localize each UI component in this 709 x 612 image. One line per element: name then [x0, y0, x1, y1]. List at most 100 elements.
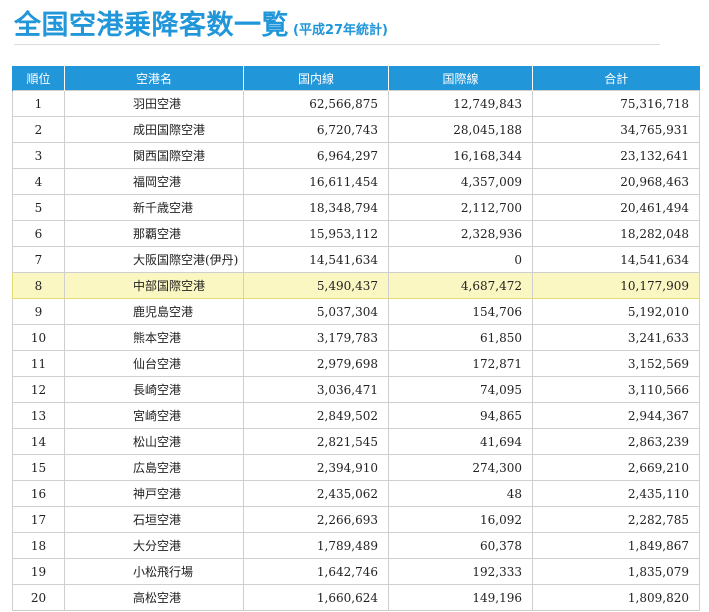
table-row: 5 新千歳空港 18,348,794 2,112,700 20,461,494: [12, 194, 700, 221]
domestic-cell: 62,566,875: [243, 90, 389, 117]
rank-cell: 14: [12, 428, 65, 455]
table-row: 10 熊本空港 3,179,783 61,850 3,241,633: [12, 324, 700, 351]
rank-cell: 9: [12, 298, 65, 325]
rank-cell: 11: [12, 350, 65, 377]
table-row: 19 小松飛行場 1,642,746 192,333 1,835,079: [12, 558, 700, 585]
total-cell: 2,944,367: [532, 402, 700, 429]
domestic-cell: 2,849,502: [243, 402, 389, 429]
airport-name-cell: 仙台空港: [64, 350, 244, 377]
international-cell: 274,300: [388, 454, 533, 481]
total-cell: 14,541,634: [532, 246, 700, 273]
total-cell: 2,863,239: [532, 428, 700, 455]
total-cell: 3,241,633: [532, 324, 700, 351]
domestic-cell: 3,179,783: [243, 324, 389, 351]
domestic-cell: 1,789,489: [243, 532, 389, 559]
airport-name-cell: 広島空港: [64, 454, 244, 481]
airport-name-cell: 石垣空港: [64, 506, 244, 533]
table-row: 3 関西国際空港 6,964,297 16,168,344 23,132,641: [12, 142, 700, 169]
total-cell: 20,461,494: [532, 194, 700, 221]
table-row: 16 神戸空港 2,435,062 48 2,435,110: [12, 480, 700, 507]
international-cell: 192,333: [388, 558, 533, 585]
international-cell: 61,850: [388, 324, 533, 351]
airport-name-cell: 鹿児島空港: [64, 298, 244, 325]
airport-name-cell: 熊本空港: [64, 324, 244, 351]
international-cell: 2,328,936: [388, 220, 533, 247]
total-cell: 1,809,820: [532, 584, 700, 611]
rank-cell: 7: [12, 246, 65, 273]
airport-name-cell: 新千歳空港: [64, 194, 244, 221]
table-row: 20 高松空港 1,660,624 149,196 1,809,820: [12, 584, 700, 611]
airport-name-cell: 小松飛行場: [64, 558, 244, 585]
domestic-cell: 3,036,471: [243, 376, 389, 403]
column-header-international: 国際線: [388, 66, 533, 91]
domestic-cell: 2,979,698: [243, 350, 389, 377]
international-cell: 149,196: [388, 584, 533, 611]
international-cell: 154,706: [388, 298, 533, 325]
column-header-rank: 順位: [12, 66, 65, 91]
table-row: 2 成田国際空港 6,720,743 28,045,188 34,765,931: [12, 116, 700, 143]
domestic-cell: 2,821,545: [243, 428, 389, 455]
rank-cell: 17: [12, 506, 65, 533]
table-body: 1 羽田空港 62,566,875 12,749,843 75,316,718 2 成田国際…: [12, 90, 700, 611]
airport-name-cell: 長崎空港: [64, 376, 244, 403]
total-cell: 20,968,463: [532, 168, 700, 195]
table-row: 6 那覇空港 15,953,112 2,328,936 18,282,048: [12, 220, 700, 247]
column-header-domestic: 国内線: [243, 66, 389, 91]
total-cell: 1,835,079: [532, 558, 700, 585]
domestic-cell: 5,490,437: [243, 272, 389, 299]
total-cell: 18,282,048: [532, 220, 700, 247]
international-cell: 16,168,344: [388, 142, 533, 169]
international-cell: 0: [388, 246, 533, 273]
rank-cell: 20: [12, 584, 65, 611]
domestic-cell: 6,720,743: [243, 116, 389, 143]
airport-name-cell: 大阪国際空港(伊丹): [64, 246, 244, 273]
total-cell: 34,765,931: [532, 116, 700, 143]
international-cell: 172,871: [388, 350, 533, 377]
domestic-cell: 2,266,693: [243, 506, 389, 533]
airport-name-cell: 大分空港: [64, 532, 244, 559]
total-cell: 2,435,110: [532, 480, 700, 507]
total-cell: 23,132,641: [532, 142, 700, 169]
international-cell: 12,749,843: [388, 90, 533, 117]
domestic-cell: 14,541,634: [243, 246, 389, 273]
table-row: 7 大阪国際空港(伊丹) 14,541,634 0 14,541,634: [12, 246, 700, 273]
total-cell: 2,282,785: [532, 506, 700, 533]
domestic-cell: 18,348,794: [243, 194, 389, 221]
page-title-text: 全国空港乗降客数一覧: [14, 10, 289, 41]
total-cell: 1,849,867: [532, 532, 700, 559]
airport-name-cell: 中部国際空港: [64, 272, 244, 299]
domestic-cell: 5,037,304: [243, 298, 389, 325]
airport-ranking-table: 順位 空港名 国内線 国際線 合計 1 羽田空港 62,566,875 12,749,…: [12, 66, 700, 611]
international-cell: 4,357,009: [388, 168, 533, 195]
rank-cell: 15: [12, 454, 65, 481]
rank-cell: 5: [12, 194, 65, 221]
table-row: 13 宮崎空港 2,849,502 94,865 2,944,367: [12, 402, 700, 429]
international-cell: 2,112,700: [388, 194, 533, 221]
domestic-cell: 2,435,062: [243, 480, 389, 507]
international-cell: 41,694: [388, 428, 533, 455]
rank-cell: 13: [12, 402, 65, 429]
airport-name-cell: 那覇空港: [64, 220, 244, 247]
rank-cell: 6: [12, 220, 65, 247]
total-cell: 10,177,909: [532, 272, 700, 299]
page-title: 全国空港乗降客数一覧 (平成27年統計): [14, 3, 388, 42]
table-row: 17 石垣空港 2,266,693 16,092 2,282,785: [12, 506, 700, 533]
airport-name-cell: 松山空港: [64, 428, 244, 455]
table-row: 18 大分空港 1,789,489 60,378 1,849,867: [12, 532, 700, 559]
total-cell: 75,316,718: [532, 90, 700, 117]
rank-cell: 18: [12, 532, 65, 559]
airport-name-cell: 羽田空港: [64, 90, 244, 117]
rank-cell: 8: [12, 272, 65, 299]
table-row: 15 広島空港 2,394,910 274,300 2,669,210: [12, 454, 700, 481]
table-row: 9 鹿児島空港 5,037,304 154,706 5,192,010: [12, 298, 700, 325]
rank-cell: 1: [12, 90, 65, 117]
table-row: 8 中部国際空港 5,490,437 4,687,472 10,177,909: [12, 272, 700, 299]
domestic-cell: 2,394,910: [243, 454, 389, 481]
total-cell: 5,192,010: [532, 298, 700, 325]
table-row: 12 長崎空港 3,036,471 74,095 3,110,566: [12, 376, 700, 403]
international-cell: 48: [388, 480, 533, 507]
domestic-cell: 16,611,454: [243, 168, 389, 195]
international-cell: 16,092: [388, 506, 533, 533]
rank-cell: 3: [12, 142, 65, 169]
airport-name-cell: 成田国際空港: [64, 116, 244, 143]
